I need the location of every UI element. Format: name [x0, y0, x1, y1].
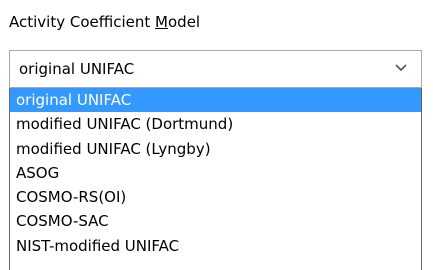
dropdown-option-cosmo-rs-oi[interactable]: COSMO-RS(OI) [10, 185, 421, 209]
dropdown-option-modified-unifac-lyngby[interactable]: modified UNIFAC (Lyngby) [10, 137, 421, 161]
dropdown-option-modified-unifac-dortmund[interactable]: modified UNIFAC (Dortmund) [10, 112, 421, 136]
combobox-selected-value: original UNIFAC [19, 60, 135, 78]
dropdown-option-original-unifac[interactable]: original UNIFAC [10, 88, 421, 113]
label-mnemonic: M [155, 13, 168, 31]
activity-model-dropdown-list: original UNIFAC modified UNIFAC (Dortmun… [9, 88, 422, 270]
activity-model-panel: Activity Coefficient Model original UNIF… [0, 0, 433, 270]
dropdown-option-nist-modified-unifac[interactable]: NIST-modified UNIFAC [10, 234, 421, 258]
chevron-down-icon[interactable] [395, 64, 407, 72]
activity-coefficient-model-label: Activity Coefficient Model [9, 9, 200, 35]
dropdown-option-asog[interactable]: ASOG [10, 161, 421, 185]
dropdown-option-cosmo-sac[interactable]: COSMO-SAC [10, 209, 421, 233]
activity-model-combobox[interactable]: original UNIFAC [9, 50, 422, 88]
label-text-end: odel [168, 13, 201, 31]
label-text-start: Activity Coefficient [9, 13, 156, 31]
